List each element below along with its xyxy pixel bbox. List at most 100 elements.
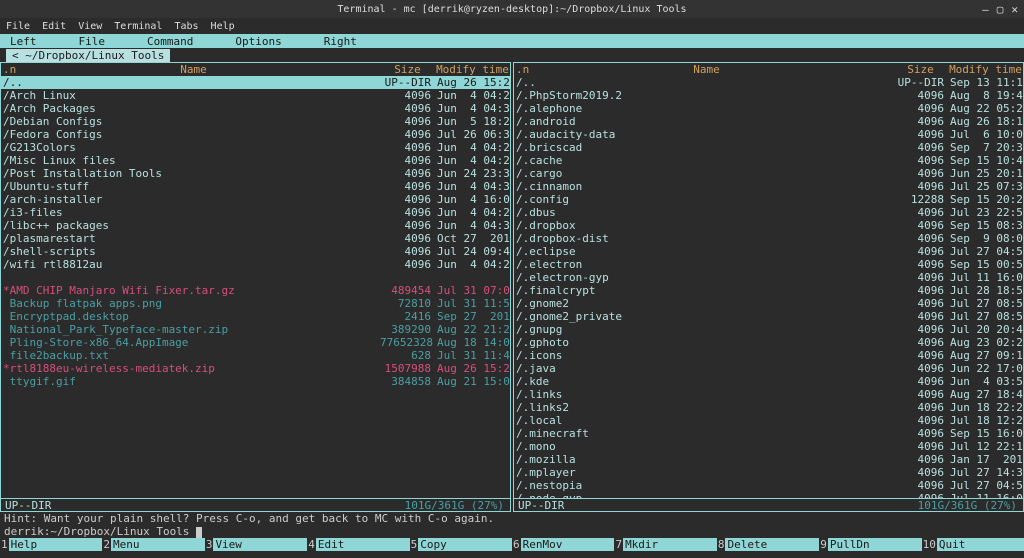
file-mtime: Sep 15 16:08 xyxy=(948,427,1023,440)
right-panel[interactable]: .n Name Size Modify time /..UP--DIRSep 1… xyxy=(513,62,1024,512)
file-row[interactable]: /.links4096Aug 27 18:45 xyxy=(514,388,1023,401)
file-row[interactable]: /..UP--DIRSep 13 11:16 xyxy=(514,76,1023,89)
file-row[interactable]: /Post Installation Tools4096Jun 24 23:30 xyxy=(1,167,510,180)
fnkey-edit[interactable]: 4Edit xyxy=(307,538,409,551)
col-name[interactable]: Name xyxy=(520,63,893,76)
menu-tabs[interactable]: Tabs xyxy=(174,21,198,32)
maximize-icon[interactable]: ▢ xyxy=(997,3,1004,16)
file-row[interactable]: /.audacity-data4096Jul 6 10:07 xyxy=(514,128,1023,141)
file-row[interactable]: /i3-files4096Jun 4 04:27 xyxy=(1,206,510,219)
file-row[interactable]: /.gnome2_private4096Jul 27 08:59 xyxy=(514,310,1023,323)
file-row[interactable]: /Fedora Configs4096Jul 26 06:35 xyxy=(1,128,510,141)
fnkey-menu[interactable]: 2Menu xyxy=(102,538,204,551)
file-row[interactable]: /.electron-gyp4096Jul 11 16:07 xyxy=(514,271,1023,284)
file-row[interactable]: /arch-installer4096Jun 4 16:07 xyxy=(1,193,510,206)
col-mtime[interactable]: Modify time xyxy=(435,63,510,76)
fnkey-number: 2 xyxy=(102,538,111,551)
mc-menu-right[interactable]: Right xyxy=(324,35,357,48)
file-row[interactable]: /G213Colors4096Jun 4 04:27 xyxy=(1,141,510,154)
col-size[interactable]: Size xyxy=(380,63,435,76)
file-row[interactable]: *AMD CHIP Manjaro Wifi Fixer.tar.gz48945… xyxy=(1,284,510,297)
mc-menu-command[interactable]: Command xyxy=(147,35,193,48)
file-row[interactable]: /.electron4096Sep 15 00:57 xyxy=(514,258,1023,271)
col-size[interactable]: Size xyxy=(893,63,948,76)
mc-menu-file[interactable]: File xyxy=(79,35,106,48)
file-row[interactable]: /.nestopia4096Jul 27 04:50 xyxy=(514,479,1023,492)
file-row[interactable]: file2backup.txt628Jul 31 11:43 xyxy=(1,349,510,362)
file-row[interactable]: /libc++ packages4096Jun 4 04:31 xyxy=(1,219,510,232)
file-row[interactable]: Pling-Store-x86_64.AppImage77652328Aug 1… xyxy=(1,336,510,349)
file-row[interactable]: ttygif.gif384858Aug 21 15:04 xyxy=(1,375,510,388)
fnkey-help[interactable]: 1Help xyxy=(0,538,102,551)
menu-edit[interactable]: Edit xyxy=(42,21,66,32)
fnkey-copy[interactable]: 5Copy xyxy=(410,538,512,551)
file-row[interactable]: /shell-scripts4096Jul 24 09:48 xyxy=(1,245,510,258)
mini-left: UP--DIR xyxy=(5,499,405,511)
file-row[interactable]: /.cinnamon4096Jul 25 07:35 xyxy=(514,180,1023,193)
file-row[interactable]: /Arch Linux4096Jun 4 04:27 xyxy=(1,89,510,102)
fnkey-view[interactable]: 3View xyxy=(205,538,307,551)
col-name[interactable]: Name xyxy=(7,63,380,76)
file-row[interactable]: /Misc Linux files4096Jun 4 04:29 xyxy=(1,154,510,167)
left-panel-body[interactable]: /..UP--DIRAug 26 15:22/Arch Linux4096Jun… xyxy=(1,76,510,498)
file-row[interactable]: /Ubuntu-stuff4096Jun 4 04:31 xyxy=(1,180,510,193)
file-row[interactable]: /.gnupg4096Jul 20 20:40 xyxy=(514,323,1023,336)
file-row[interactable]: National_Park_Typeface-master.zip389290A… xyxy=(1,323,510,336)
file-row[interactable]: /.gphoto4096Aug 23 02:27 xyxy=(514,336,1023,349)
col-mtime[interactable]: Modify time xyxy=(948,63,1023,76)
file-row[interactable]: /.mplayer4096Jul 27 14:39 xyxy=(514,466,1023,479)
file-row[interactable]: /.PhpStorm2019.24096Aug 8 19:48 xyxy=(514,89,1023,102)
file-row[interactable]: /.mono4096Jul 12 22:11 xyxy=(514,440,1023,453)
file-row[interactable]: /.local4096Jul 18 12:27 xyxy=(514,414,1023,427)
menu-help[interactable]: Help xyxy=(211,21,235,32)
close-icon[interactable]: ✕ xyxy=(1011,3,1018,16)
file-row[interactable]: /.android4096Aug 26 18:11 xyxy=(514,115,1023,128)
file-name: /.gphoto xyxy=(514,336,893,349)
file-row[interactable]: /.alephone4096Aug 22 05:25 xyxy=(514,102,1023,115)
file-row[interactable]: /Arch Packages4096Jun 4 04:31 xyxy=(1,102,510,115)
file-size: 77652328 xyxy=(380,336,435,349)
file-row[interactable]: /.cache4096Sep 15 10:43 xyxy=(514,154,1023,167)
fnkey-quit[interactable]: 10Quit xyxy=(922,538,1024,551)
menu-file[interactable]: File xyxy=(6,21,30,32)
file-row[interactable]: /.bricscad4096Sep 7 20:36 xyxy=(514,141,1023,154)
file-row[interactable]: /..UP--DIRAug 26 15:22 xyxy=(1,76,510,89)
file-row[interactable]: /.dropbox4096Sep 15 08:34 xyxy=(514,219,1023,232)
left-panel[interactable]: .n Name Size Modify time /..UP--DIRAug 2… xyxy=(0,62,511,512)
file-row[interactable]: /.gnome24096Jul 27 08:59 xyxy=(514,297,1023,310)
file-row[interactable]: /.kde4096Jun 4 03:51 xyxy=(514,375,1023,388)
file-row[interactable] xyxy=(1,271,510,284)
fnkey-mkdir[interactable]: 7Mkdir xyxy=(614,538,716,551)
file-row[interactable]: /.dropbox-dist4096Sep 9 08:02 xyxy=(514,232,1023,245)
left-panel-path[interactable]: < ~/Dropbox/Linux Tools xyxy=(6,49,170,62)
menu-terminal[interactable]: Terminal xyxy=(114,21,162,32)
file-row[interactable]: /.mozilla4096Jan 17 2019 xyxy=(514,453,1023,466)
file-row[interactable]: /.icons4096Aug 27 09:13 xyxy=(514,349,1023,362)
file-size: 4096 xyxy=(380,232,435,245)
file-row[interactable]: /.minecraft4096Sep 15 16:08 xyxy=(514,427,1023,440)
file-name: Backup flatpak apps.png xyxy=(1,297,380,310)
file-row[interactable]: /.java4096Jun 22 17:00 xyxy=(514,362,1023,375)
menu-view[interactable]: View xyxy=(78,21,102,32)
file-row[interactable]: Encryptpad.desktop2416Sep 27 2018 xyxy=(1,310,510,323)
file-row[interactable]: *rtl8188eu-wireless-mediatek.zip1507988A… xyxy=(1,362,510,375)
fnkey-delete[interactable]: 8Delete xyxy=(717,538,819,551)
file-row[interactable]: /.cargo4096Jun 25 20:18 xyxy=(514,167,1023,180)
file-row[interactable]: /.eclipse4096Jul 27 04:55 xyxy=(514,245,1023,258)
file-row[interactable]: /wifi rtl8812au4096Jun 4 04:27 xyxy=(1,258,510,271)
mc-menu-left[interactable]: Left xyxy=(10,35,37,48)
file-row[interactable]: /.finalcrypt4096Jul 28 18:54 xyxy=(514,284,1023,297)
mc-menu-options[interactable]: Options xyxy=(235,35,281,48)
minimize-icon[interactable]: — xyxy=(982,3,989,16)
file-row[interactable]: /.links24096Jun 18 22:24 xyxy=(514,401,1023,414)
right-panel-body[interactable]: /..UP--DIRSep 13 11:16/.PhpStorm2019.240… xyxy=(514,76,1023,498)
file-row[interactable]: /.config12288Sep 15 20:27 xyxy=(514,193,1023,206)
shell-prompt[interactable]: derrik:~/Dropbox/Linux Tools xyxy=(0,525,1024,538)
file-row[interactable]: /.dbus4096Jul 23 22:52 xyxy=(514,206,1023,219)
file-row[interactable]: /plasmarestart4096Oct 27 2018 xyxy=(1,232,510,245)
file-row[interactable]: /Debian Configs4096Jun 5 18:26 xyxy=(1,115,510,128)
file-name: /.eclipse xyxy=(514,245,893,258)
fnkey-renmov[interactable]: 6RenMov xyxy=(512,538,614,551)
file-row[interactable]: Backup flatpak apps.png72810Jul 31 11:52 xyxy=(1,297,510,310)
fnkey-pulldn[interactable]: 9PullDn xyxy=(819,538,921,551)
